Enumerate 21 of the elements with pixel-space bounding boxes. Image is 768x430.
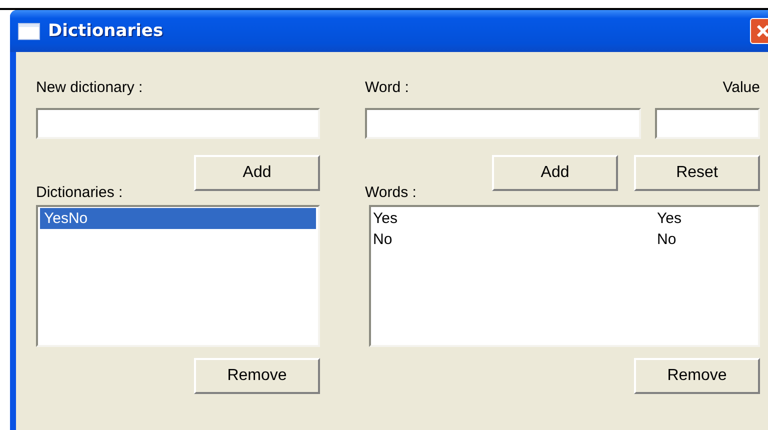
window-icon — [18, 22, 40, 40]
list-item[interactable]: No No — [373, 229, 756, 250]
remove-button[interactable]: Remove — [194, 358, 320, 394]
input-field[interactable] — [655, 108, 760, 139]
list-label: Words : — [365, 183, 416, 203]
add-button[interactable]: Add — [492, 155, 618, 191]
list-label: Dictionaries : — [36, 183, 123, 203]
list-box[interactable]: YesNo — [36, 205, 320, 347]
field-label: Value — [722, 78, 760, 98]
close-icon — [756, 24, 768, 38]
list-item[interactable]: YesNo — [40, 208, 316, 229]
input-field[interactable] — [365, 108, 641, 139]
add-button[interactable]: Add — [194, 155, 320, 191]
list-item[interactable]: Yes Yes — [373, 208, 756, 229]
reset-button[interactable]: Reset — [634, 155, 760, 191]
list-box[interactable]: Yes Yes No No — [369, 205, 760, 347]
window-title: Dictionaries — [48, 21, 164, 41]
field-label: New dictionary : — [36, 78, 144, 98]
remove-button[interactable]: Remove — [634, 358, 760, 394]
input-field[interactable] — [36, 108, 320, 139]
field-label: Word : — [365, 78, 409, 98]
